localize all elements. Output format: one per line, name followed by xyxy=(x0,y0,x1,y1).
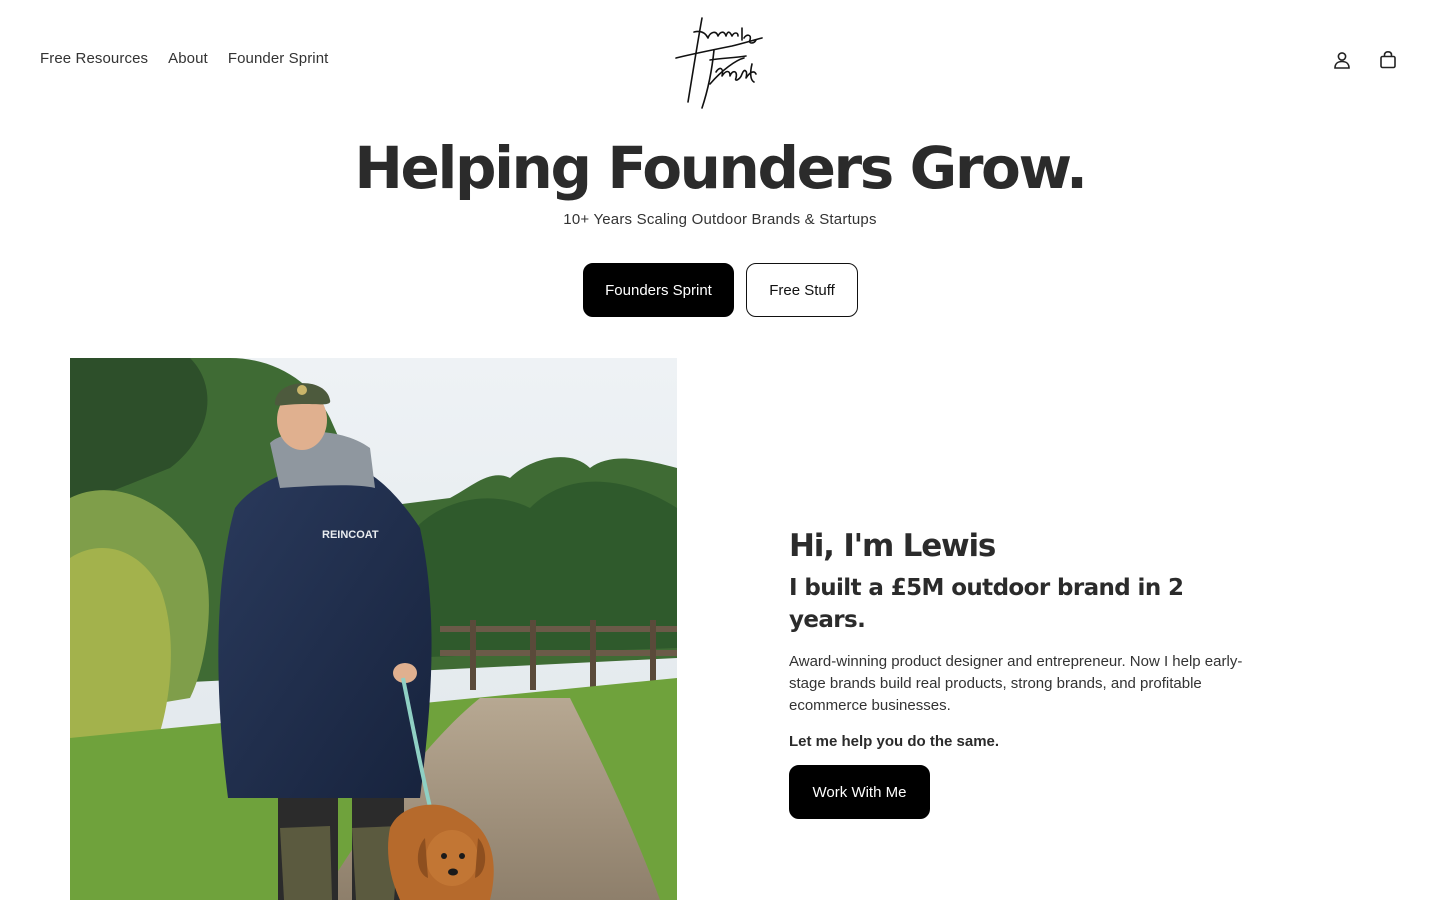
site-header: Free Resources About Founder Sprint xyxy=(0,0,1440,122)
main-nav: Free Resources About Founder Sprint xyxy=(40,50,328,67)
lewis-frost-logo[interactable] xyxy=(672,10,768,110)
intro-section: Hi, I'm Lewis I built a £5M outdoor bran… xyxy=(789,526,1259,819)
jacket-logo-text: REINCOAT xyxy=(322,529,379,541)
work-with-me-button[interactable]: Work With Me xyxy=(789,765,930,819)
intro-cta-lead: Let me help you do the same. xyxy=(789,733,1000,750)
hero-title: Helping Founders Grow. xyxy=(354,134,1088,202)
intro-description: Award-winning product designer and entre… xyxy=(789,653,1243,714)
hero-subtitle: 10+ Years Scaling Outdoor Brands & Start… xyxy=(563,211,877,228)
intro-subheading: I built a £5M outdoor brand in 2 years. xyxy=(789,575,1184,633)
hero-buttons: Founders Sprint Free Stuff xyxy=(583,263,858,317)
header-icons xyxy=(1330,48,1400,72)
nav-founder-sprint[interactable]: Founder Sprint xyxy=(228,50,329,67)
cart-icon[interactable] xyxy=(1376,48,1400,72)
founders-sprint-button[interactable]: Founders Sprint xyxy=(583,263,734,317)
nav-free-resources[interactable]: Free Resources xyxy=(40,50,148,67)
lewis-portrait-photo: REINCOAT xyxy=(70,358,677,900)
account-icon[interactable] xyxy=(1330,48,1354,72)
intro-heading: Hi, I'm Lewis xyxy=(789,528,996,564)
free-stuff-button[interactable]: Free Stuff xyxy=(746,263,858,317)
nav-about[interactable]: About xyxy=(168,50,208,67)
